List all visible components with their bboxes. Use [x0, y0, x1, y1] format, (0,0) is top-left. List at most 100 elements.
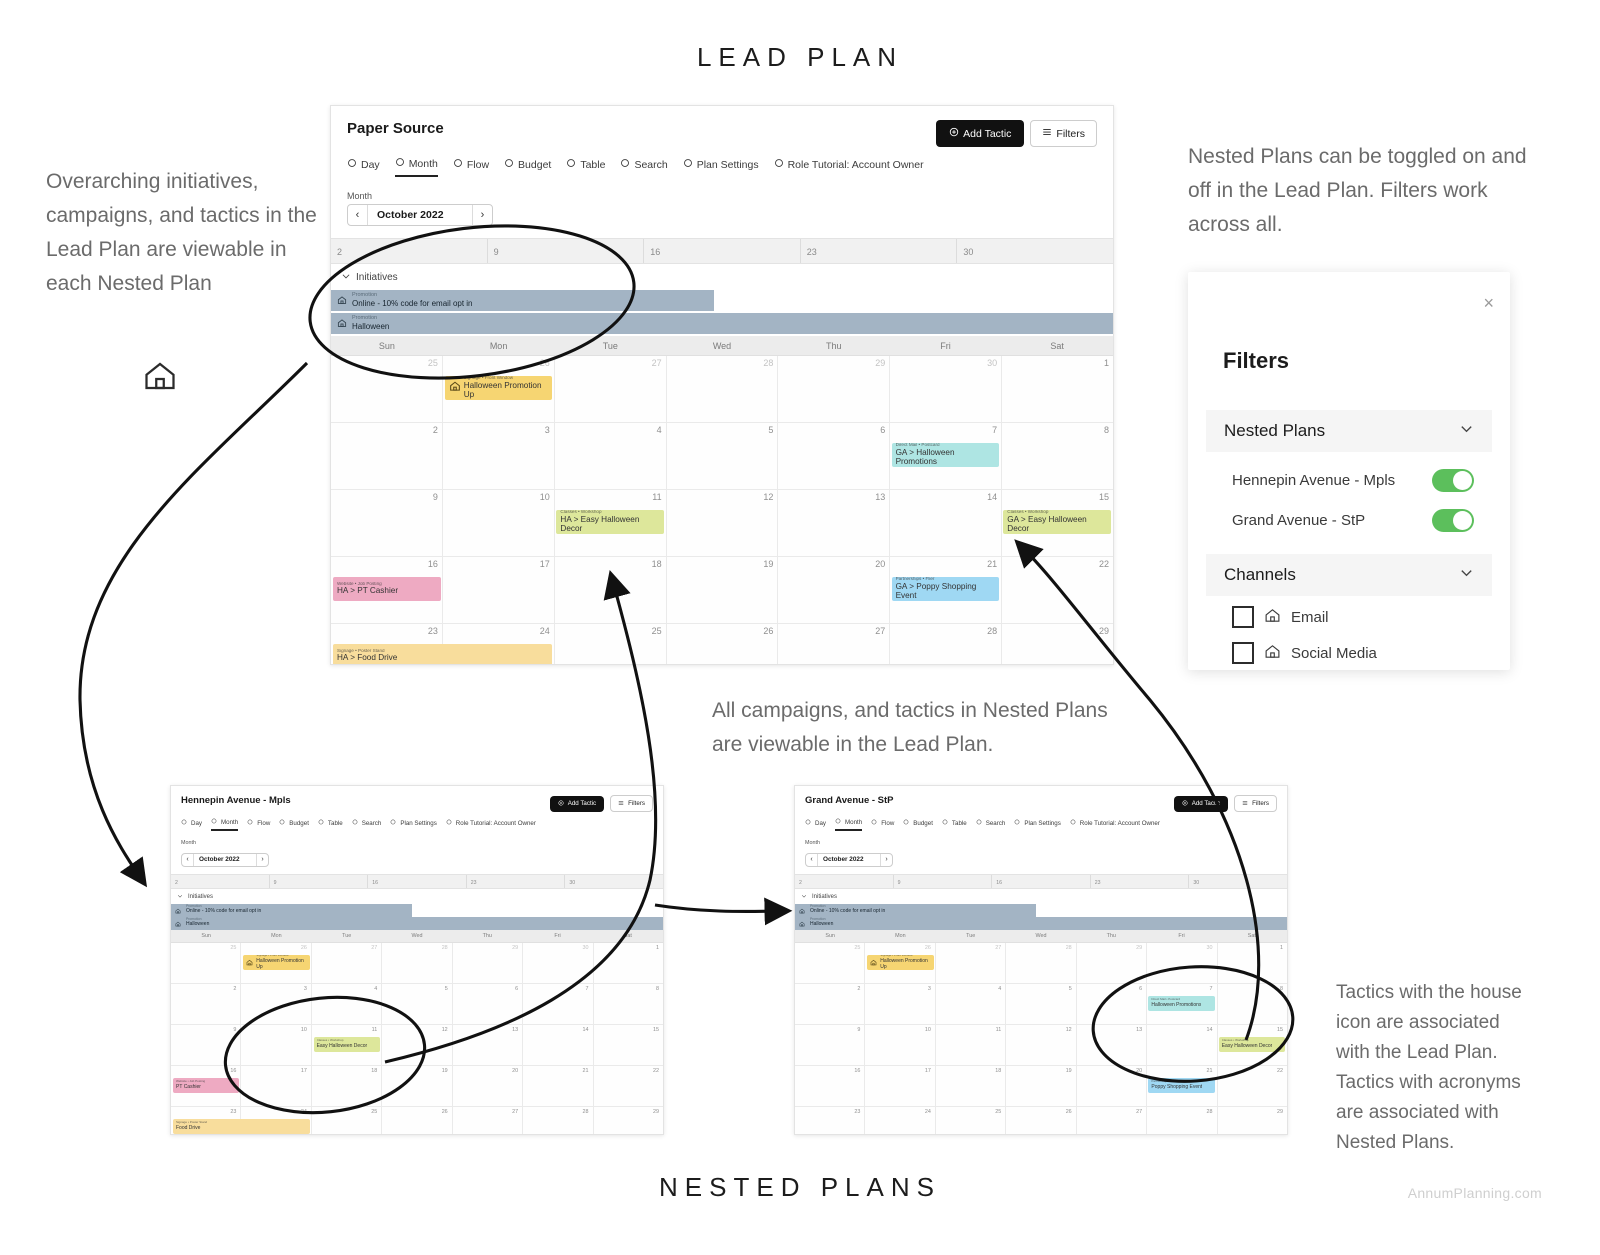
calendar-day-cell[interactable]: 4	[934, 983, 1006, 1024]
calendar-day-cell[interactable]: 23	[795, 1106, 865, 1134]
tactic-block[interactable]: Direct Mail • Postcard GA > Halloween Pro…	[891, 443, 1000, 467]
nav-item-search[interactable]: Search	[620, 158, 668, 176]
calendar-day-cell[interactable]: 21	[522, 1065, 593, 1106]
nav-item-role-tutorial-account-owner[interactable]: Role Tutorial: Account Owner	[1070, 819, 1160, 830]
nav-item-plan-settings[interactable]: Plan Settings	[1014, 819, 1061, 830]
calendar-day-cell[interactable]: 25	[331, 356, 442, 422]
calendar-day-cell[interactable]: 22	[1001, 557, 1113, 623]
nav-item-day[interactable]: Day	[805, 819, 826, 830]
calendar-day-cell[interactable]: 8	[592, 983, 663, 1024]
tactic-block[interactable]: Direct Mail • Postcard Halloween Promotio…	[1148, 995, 1215, 1011]
calendar-day-cell[interactable]: 24	[864, 1106, 935, 1134]
nav-item-table[interactable]: Table	[566, 158, 605, 176]
calendar-day-cell[interactable]: 26	[1005, 1106, 1076, 1134]
calendar-day-cell[interactable]: 4	[553, 423, 666, 489]
calendar-day-cell[interactable]: 27	[1075, 1106, 1147, 1134]
month-stepper[interactable]: ‹ October 2022 ›	[181, 852, 269, 867]
calendar-day-cell[interactable]: 9	[795, 1024, 865, 1065]
filters-button[interactable]: Filters	[1030, 120, 1097, 147]
calendar-day-cell[interactable]: 10	[240, 1024, 311, 1065]
filter-section-nested-plans[interactable]: Nested Plans	[1206, 410, 1492, 452]
calendar-day-cell[interactable]: 29	[592, 1106, 663, 1134]
filters-button[interactable]: Filters	[610, 795, 653, 812]
nav-item-flow[interactable]: Flow	[247, 819, 270, 830]
calendar-day-cell[interactable]: 28	[522, 1106, 593, 1134]
nav-item-plan-settings[interactable]: Plan Settings	[683, 158, 759, 176]
initiative-bar[interactable]: Promotion Halloween	[795, 916, 1287, 930]
chevron-down-icon[interactable]	[1459, 565, 1474, 585]
calendar-day-cell[interactable]: 25	[795, 942, 865, 983]
calendar-day-cell[interactable]: 15	[592, 1024, 663, 1065]
calendar-day-cell[interactable]: 5	[665, 423, 778, 489]
tactic-block[interactable]: Partnerships • Flier Poppy Shopping Event	[1148, 1077, 1215, 1093]
calendar-day-cell[interactable]: 3	[864, 983, 935, 1024]
lead-plan-window[interactable]: Paper Source Add Tactic Filters Day Month Flo…	[330, 105, 1114, 665]
tactic-block[interactable]: Signage • Poster Stand HA > Food Drive	[333, 644, 553, 664]
initiative-bar[interactable]: Promotion Online - 10% code for email opt…	[331, 290, 715, 311]
calendar-day-cell[interactable]: 19	[381, 1065, 452, 1106]
calendar-day-cell[interactable]: 9	[331, 490, 442, 556]
calendar-day-cell[interactable]: 11	[934, 1024, 1006, 1065]
calendar-day-cell[interactable]: 9	[171, 1024, 241, 1065]
calendar-day-cell[interactable]: 29	[1075, 942, 1147, 983]
calendar-day-cell[interactable]: 14	[522, 1024, 593, 1065]
calendar-day-cell[interactable]: 29	[1216, 1106, 1287, 1134]
nav-item-day[interactable]: Day	[181, 819, 202, 830]
initiative-bar[interactable]: Promotion Halloween	[171, 916, 663, 930]
calendar-day-cell[interactable]: 25	[934, 1106, 1006, 1134]
filter-section-channels[interactable]: Channels	[1206, 554, 1492, 596]
calendar-day-cell[interactable]: 2	[171, 983, 241, 1024]
add-tactic-button[interactable]: Add Tactic	[936, 120, 1025, 147]
calendar-day-cell[interactable]: 8	[1001, 423, 1113, 489]
calendar-day-cell[interactable]: 5	[1005, 983, 1076, 1024]
nested-plan-window-grand[interactable]: Grand Avenue - StP Add Tactic Filters Day Mo…	[794, 785, 1288, 1135]
nav-item-search[interactable]: Search	[352, 819, 381, 830]
tactic-block[interactable]: Classes • Workshop Easy Halloween Decor	[313, 1036, 380, 1052]
nav-item-day[interactable]: Day	[347, 158, 380, 176]
calendar-day-cell[interactable]: 29	[451, 942, 523, 983]
calendar-day-cell[interactable]: 14	[889, 490, 1002, 556]
calendar-day-cell[interactable]: 2	[795, 983, 865, 1024]
close-icon[interactable]: ×	[1483, 294, 1494, 312]
calendar-day-cell[interactable]: 18	[934, 1065, 1006, 1106]
chevron-down-icon[interactable]	[1459, 421, 1474, 441]
calendar-day-cell[interactable]: 26	[381, 1106, 452, 1134]
calendar-day-cell[interactable]: 30	[1146, 942, 1217, 983]
initiative-bar[interactable]: Promotion Online - 10% code for email opt…	[171, 903, 413, 917]
calendar-day-cell[interactable]: 10	[864, 1024, 935, 1065]
calendar-day-cell[interactable]: 28	[665, 356, 778, 422]
calendar-day-cell[interactable]: 3	[240, 983, 311, 1024]
filter-row-hennepin[interactable]: Hennepin Avenue - Mpls	[1206, 460, 1492, 500]
filter-row-grand[interactable]: Grand Avenue - StP	[1206, 500, 1492, 540]
calendar-day-cell[interactable]: 3	[441, 423, 554, 489]
calendar-day-cell[interactable]: 6	[1075, 983, 1147, 1024]
checkbox-email[interactable]	[1232, 606, 1254, 628]
calendar-day-cell[interactable]: 13	[1075, 1024, 1147, 1065]
calendar-day-cell[interactable]: 19	[665, 557, 778, 623]
calendar-day-cell[interactable]: 6	[777, 423, 890, 489]
calendar-day-cell[interactable]: 7	[522, 983, 593, 1024]
chevron-left-icon[interactable]: ‹	[348, 205, 368, 225]
calendar-day-cell[interactable]: 19	[1005, 1065, 1076, 1106]
chevron-left-icon[interactable]: ‹	[806, 853, 818, 866]
calendar-day-cell[interactable]: 20	[451, 1065, 523, 1106]
nav-item-budget[interactable]: Budget	[504, 158, 551, 176]
toggle-grand[interactable]	[1432, 508, 1474, 532]
initiative-bar[interactable]: Promotion Halloween	[331, 313, 1113, 334]
calendar-day-cell[interactable]: 27	[777, 624, 890, 664]
nav-item-table[interactable]: Table	[318, 819, 343, 830]
calendar-day-cell[interactable]: 12	[1005, 1024, 1076, 1065]
calendar-day-cell[interactable]: 20	[1075, 1065, 1147, 1106]
toggle-hennepin[interactable]	[1432, 468, 1474, 492]
nav-item-budget[interactable]: Budget	[903, 819, 933, 830]
nav-item-month[interactable]: Month	[835, 818, 863, 831]
nested-plan-window-hennepin[interactable]: Hennepin Avenue - Mpls Add Tactic Filters D…	[170, 785, 664, 1135]
channel-row-social-media[interactable]: Social Media	[1232, 642, 1377, 664]
calendar-day-cell[interactable]: 27	[451, 1106, 523, 1134]
calendar-day-cell[interactable]: 6	[451, 983, 523, 1024]
tactic-block[interactable]: Classes • Workshop HA > Easy Halloween De…	[556, 510, 665, 534]
calendar-day-cell[interactable]: 28	[889, 624, 1002, 664]
calendar-day-cell[interactable]: 25	[310, 1106, 382, 1134]
tactic-block[interactable]: Website • Job Posting PT Cashier	[173, 1077, 240, 1093]
calendar-day-cell[interactable]: 22	[1216, 1065, 1287, 1106]
